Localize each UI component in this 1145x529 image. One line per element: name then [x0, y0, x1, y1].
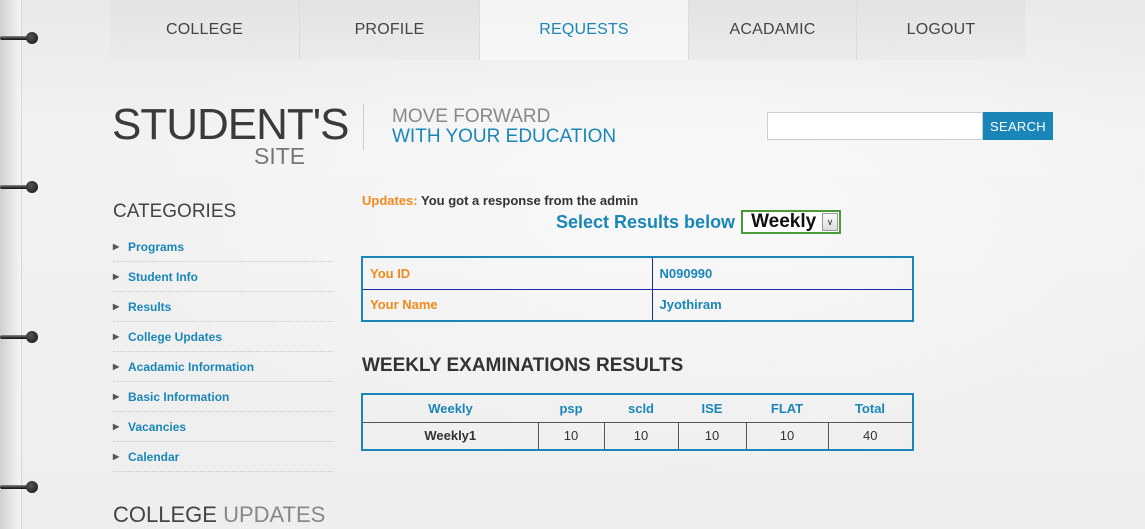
category-basic-information[interactable]: ▶ Basic Information [113, 382, 333, 412]
select-results-label: Select Results below [556, 211, 736, 232]
arrow-right-icon: ▶ [113, 302, 120, 311]
tagline-line-2: WITH YOUR EDUCATION [392, 126, 617, 147]
table-row: Weekly1 10 10 10 10 40 [362, 422, 913, 450]
binding-ring [0, 180, 40, 194]
table-row: Your Name Jyothiram [361, 288, 914, 322]
categories-title: CATEGORIES [113, 201, 237, 222]
column-header: FLAT [746, 394, 828, 423]
category-label: Programs [128, 239, 185, 254]
category-student-info[interactable]: ▶ Student Info [113, 262, 333, 292]
table-cell: 10 [745, 422, 828, 450]
category-results[interactable]: ▶ Results [113, 292, 333, 322]
results-selector: Select Results below Weekly ∨ [556, 210, 842, 234]
logo-subtitle: SITE [254, 143, 306, 169]
arrow-right-icon: ▶ [113, 332, 120, 341]
table-cell: 40 [827, 422, 913, 450]
college-updates-title: COLLEGE UPDATES [113, 502, 325, 528]
category-label: Results [128, 299, 172, 314]
category-label: Acadamic Information [128, 359, 255, 374]
binding-ring [0, 480, 40, 494]
logo-divider [363, 104, 364, 150]
category-calendar[interactable]: ▶ Calendar [113, 442, 333, 472]
categories-list: ▶ Programs ▶ Student Info ▶ Results ▶ Colleg… [113, 232, 333, 472]
select-value: Weekly [751, 211, 817, 232]
chevron-down-icon[interactable]: ∨ [822, 213, 839, 231]
notebook-binding [0, 0, 22, 529]
student-info-table: You ID N090990 Your Name Jyothiram [361, 256, 914, 322]
table-cell: 10 [603, 422, 678, 450]
arrow-right-icon: ▶ [113, 452, 120, 461]
table-cell: Weekly1 [424, 428, 477, 444]
updates-message: You got a response from the admin [421, 193, 639, 208]
category-label: Calendar [128, 449, 180, 464]
info-value: Jyothiram [651, 288, 914, 322]
info-value: N090990 [651, 256, 914, 290]
college-updates-title-light: UPDATES [223, 502, 326, 527]
nav-acadamic[interactable]: ACADAMIC [689, 0, 857, 60]
column-header: Weekly [362, 394, 538, 423]
results-table: Weekly psp scld ISE FLAT Total Weekly1 1… [361, 393, 914, 451]
nav-logout[interactable]: LOGOUT [857, 0, 1025, 60]
table-cell: 10 [537, 422, 604, 450]
binding-ring [0, 330, 40, 344]
column-header: psp [538, 394, 604, 423]
search-button[interactable]: SEARCH [983, 112, 1053, 140]
binding-ring [0, 31, 40, 45]
nav-requests[interactable]: REQUESTS [480, 0, 689, 60]
arrow-right-icon: ▶ [113, 362, 120, 371]
logo-title: STUDENT'S [112, 100, 350, 149]
category-label: Vacancies [128, 419, 187, 434]
arrow-right-icon: ▶ [113, 422, 120, 431]
category-programs[interactable]: ▶ Programs [113, 232, 333, 262]
results-type-select[interactable]: Weekly ∨ [741, 210, 842, 234]
arrow-right-icon: ▶ [113, 242, 120, 251]
updates-label: Updates: [362, 193, 418, 208]
info-key: You ID [361, 256, 653, 290]
search-input[interactable] [767, 112, 983, 140]
column-header: ISE [678, 394, 746, 423]
column-header: scld [604, 394, 678, 423]
updates-notice: Updates: You got a response from the adm… [362, 193, 638, 208]
info-key: Your Name [361, 288, 653, 322]
arrow-right-icon: ▶ [113, 392, 120, 401]
results-title: WEEKLY EXAMINATIONS RESULTS [362, 355, 684, 376]
tagline-line-1: MOVE FORWARD [392, 106, 551, 127]
category-label: Basic Information [128, 389, 230, 404]
category-acadamic-information[interactable]: ▶ Acadamic Information [113, 352, 333, 382]
category-vacancies[interactable]: ▶ Vacancies [113, 412, 333, 442]
table-cell: 10 [677, 422, 746, 450]
top-navigation: COLLEGE PROFILE REQUESTS ACADAMIC LOGOUT [110, 0, 1025, 60]
nav-college[interactable]: COLLEGE [110, 0, 300, 60]
column-header: Total [828, 394, 913, 423]
category-label: College Updates [128, 329, 223, 344]
table-row: You ID N090990 [361, 256, 914, 290]
table-header-row: Weekly psp scld ISE FLAT Total [362, 394, 913, 423]
category-label: Student Info [128, 269, 198, 284]
arrow-right-icon: ▶ [113, 272, 120, 281]
category-college-updates[interactable]: ▶ College Updates [113, 322, 333, 352]
nav-profile[interactable]: PROFILE [300, 0, 480, 60]
college-updates-title-dark: COLLEGE [113, 502, 217, 527]
